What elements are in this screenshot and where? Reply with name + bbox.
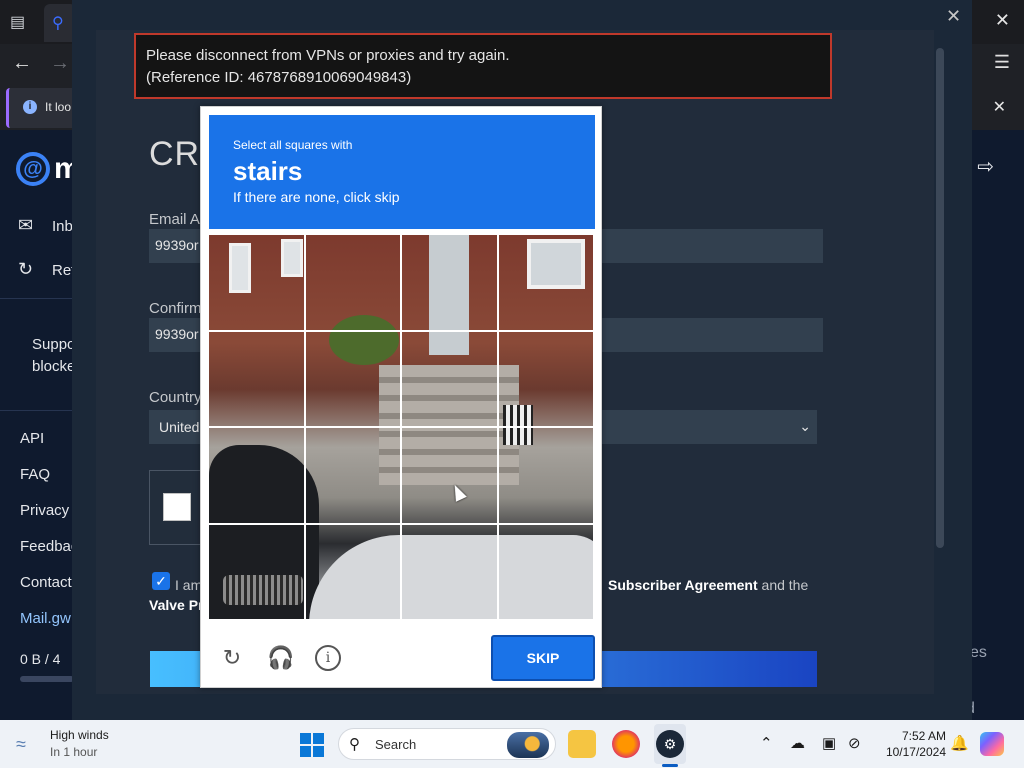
forward-arrow-icon[interactable]: →	[50, 52, 70, 75]
clock-time[interactable]: 7:52 AM	[892, 729, 946, 743]
mail-logo-icon: @	[16, 152, 50, 186]
subscriber-agreement-link[interactable]: Subscriber Agreement	[608, 577, 758, 593]
sidebar-link-api[interactable]: API	[20, 430, 44, 447]
agree-suffix: and the	[757, 577, 809, 593]
captcha-tile[interactable]	[402, 235, 499, 332]
start-button[interactable]	[300, 733, 324, 757]
captcha-tile[interactable]	[209, 524, 306, 621]
country-label: Country	[149, 389, 202, 406]
captcha-tile[interactable]	[209, 235, 306, 332]
active-app-indicator	[662, 764, 678, 767]
captcha-tile[interactable]	[498, 235, 595, 332]
agree-checkbox[interactable]: ✓	[152, 572, 170, 590]
error-message: Please disconnect from VPNs or proxies a…	[134, 33, 832, 99]
valve-privacy-link[interactable]: Valve Pr	[149, 597, 204, 613]
captcha-tile[interactable]	[305, 428, 402, 525]
weather-subtitle[interactable]: In 1 hour	[50, 745, 97, 759]
confirm-email-field-right[interactable]	[602, 318, 823, 352]
captcha-header: Select all squares with stairs If there …	[209, 115, 595, 229]
headphones-icon[interactable]: 🎧	[267, 645, 294, 671]
captcha-tile[interactable]	[498, 331, 595, 428]
onedrive-icon[interactable]: ☁	[790, 734, 805, 752]
right-partial-text: es	[970, 644, 987, 661]
copilot-icon[interactable]	[980, 732, 1004, 756]
storage-usage: 0 B / 4	[20, 651, 61, 667]
sidebar-item-inbox[interactable]: Inb	[52, 218, 73, 235]
captcha-tile[interactable]	[498, 428, 595, 525]
sidebar-link-mailgw[interactable]: Mail.gw	[20, 610, 71, 627]
captcha-skip-hint: If there are none, click skip	[233, 189, 400, 205]
search-icon: ⚲	[349, 736, 360, 753]
captcha-tile[interactable]	[305, 331, 402, 428]
captcha-tile[interactable]	[402, 428, 499, 525]
sidebar-divider	[0, 298, 78, 299]
scrollbar[interactable]	[936, 48, 944, 548]
chevron-down-icon: ⌄	[799, 418, 811, 434]
captcha-tile[interactable]	[402, 331, 499, 428]
back-arrow-icon[interactable]: ←	[12, 52, 32, 75]
captcha-tile[interactable]	[498, 524, 595, 621]
captcha-tile[interactable]	[305, 235, 402, 332]
notification-message: i It loo	[6, 88, 76, 128]
support-line-1: Suppo	[32, 336, 76, 353]
notification-close-icon[interactable]: ✕	[993, 97, 1006, 117]
recaptcha-widget	[149, 470, 205, 545]
confirm-email-label: Confirm	[149, 300, 202, 317]
volume-muted-icon[interactable]: ⊘	[848, 734, 861, 752]
recaptcha-checkbox[interactable]	[163, 493, 191, 521]
agree-text-right: Subscriber Agreement and the	[608, 577, 808, 593]
taskbar: ≈ High winds In 1 hour ⚲ Search ⚙ ⌃ ☁ ▣ …	[0, 720, 1024, 768]
file-explorer-icon[interactable]	[568, 730, 596, 758]
reload-icon[interactable]: ↻	[219, 645, 245, 671]
skip-button[interactable]: SKIP	[491, 635, 595, 681]
captcha-target-word: stairs	[233, 156, 303, 186]
notification-bell-icon[interactable]: 🔔	[950, 734, 969, 752]
sidebar-link-contact[interactable]: Contact	[20, 574, 72, 591]
captcha-instruction: Select all squares with	[233, 138, 353, 152]
email-field-right[interactable]	[602, 229, 823, 263]
clock-date[interactable]: 10/17/2024	[878, 745, 946, 759]
sidebar-link-feedback[interactable]: Feedbac	[20, 538, 78, 555]
weather-title[interactable]: High winds	[50, 728, 109, 742]
sidebar-divider	[0, 410, 78, 411]
taskbar-search[interactable]: ⚲ Search	[338, 728, 556, 760]
sidebar-link-privacy[interactable]: Privacy	[20, 502, 69, 519]
menu-icon[interactable]: ☰	[994, 52, 1010, 73]
network-icon[interactable]: ▣	[822, 734, 836, 752]
modal-close-icon[interactable]: ✕	[946, 6, 961, 27]
error-line-1: Please disconnect from VPNs or proxies a…	[146, 47, 510, 64]
error-reference-id: (Reference ID: 4678768910069049843)	[146, 69, 412, 86]
captcha-challenge: Select all squares with stairs If there …	[200, 106, 602, 688]
storage-progress-bar	[20, 676, 74, 682]
captcha-tile[interactable]	[209, 331, 306, 428]
refresh-icon: ↻	[18, 259, 34, 279]
captcha-image-grid	[209, 235, 595, 621]
country-selected-value: United	[159, 419, 200, 435]
captcha-tile[interactable]	[305, 524, 402, 621]
search-highlight-icon	[507, 732, 549, 758]
chevron-up-icon[interactable]: ⌃	[760, 734, 773, 752]
agree-text: I am	[175, 577, 203, 593]
firefox-icon[interactable]	[612, 730, 640, 758]
search-tab-icon: ⚲	[52, 15, 64, 32]
captcha-footer: ↻ 🎧 i SKIP	[201, 627, 601, 687]
support-notice: Suppo blocke	[32, 334, 75, 378]
captcha-tile[interactable]	[402, 524, 499, 621]
wind-icon[interactable]: ≈	[16, 734, 26, 755]
search-input: Search	[375, 737, 417, 752]
tab-manager-icon[interactable]: ▤	[10, 12, 30, 32]
inbox-icon: ✉	[18, 215, 34, 235]
logout-icon[interactable]: ⇨	[977, 154, 994, 179]
notification-text: It loo	[45, 100, 72, 114]
sidebar-link-faq[interactable]: FAQ	[20, 466, 50, 483]
window-close-icon[interactable]: ✕	[995, 10, 1010, 31]
support-line-2: blocke	[32, 358, 76, 375]
steam-icon[interactable]: ⚙	[656, 730, 684, 758]
info-icon[interactable]: i	[315, 645, 341, 671]
captcha-tile[interactable]	[209, 428, 306, 525]
info-icon: i	[23, 100, 37, 114]
email-label: Email Ac	[149, 211, 208, 228]
right-panel	[972, 130, 1024, 720]
